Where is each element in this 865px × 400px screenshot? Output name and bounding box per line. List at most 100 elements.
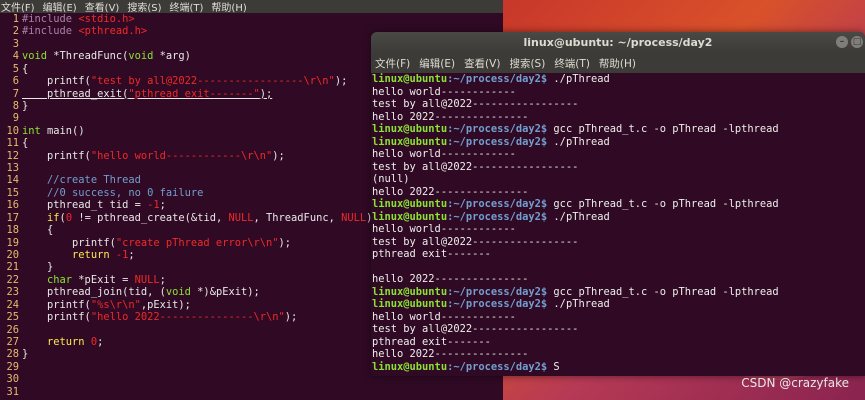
command-text: gcc pThread_t.c -o pThread -lpthread	[547, 285, 779, 298]
prompt-user: linux@ubuntu	[372, 285, 448, 298]
code-token: }	[22, 261, 54, 274]
code-token: *pExit =	[72, 273, 135, 286]
line-number: 27	[6, 335, 19, 348]
terminal-menu-item[interactable]: 搜索(S)	[509, 56, 545, 71]
line-source	[20, 38, 22, 50]
editor-menubar: 文件(F) 编辑(E) 查看(V) 搜索(S) 终端(T) 帮助(H)	[0, 0, 503, 14]
code-token: ;	[128, 249, 135, 262]
terminal-menu-item[interactable]: 文件(F)	[375, 56, 410, 71]
editor-menu-item[interactable]: 编辑(E)	[43, 0, 77, 14]
command-text: gcc pThread_t.c -o pThread -lpthread	[547, 198, 779, 210]
line-number: 1	[12, 13, 19, 25]
terminal-command-line: linux@ubuntu:~/process/day2$ gcc pThread…	[372, 198, 865, 211]
line-number: 12	[6, 149, 19, 162]
code-line[interactable]: 31	[0, 386, 503, 398]
line-source: int main()	[20, 125, 85, 137]
code-token: #include	[22, 25, 79, 38]
terminal-output-line: hello 2022---------------	[372, 348, 529, 360]
command-text: ./pThread	[547, 73, 610, 85]
terminal-output-line: hello 2022---------------	[372, 110, 529, 123]
minimize-icon[interactable]: –	[836, 36, 848, 48]
code-token: #include	[22, 13, 79, 25]
code-token: }	[22, 348, 29, 361]
window-controls: – □	[836, 36, 863, 48]
terminal-output-line: test by all@2022-----------------	[372, 98, 579, 110]
line-number: 10	[6, 124, 19, 137]
line-number: 11	[6, 137, 19, 150]
code-token: <stdio.h>	[78, 13, 135, 25]
line-source: {	[20, 224, 53, 236]
editor-menu-item[interactable]: 搜索(S)	[127, 0, 161, 14]
command-text: gcc pThread_t.c -o pThread -lpthread	[547, 123, 779, 135]
line-number: 28	[6, 348, 19, 361]
code-token: "%s\r\n"	[90, 298, 141, 311]
line-number: 3	[12, 37, 19, 50]
prompt-user: linux@ubuntu	[372, 123, 448, 135]
prompt-user: linux@ubuntu	[372, 135, 448, 148]
code-token: ;	[97, 335, 104, 348]
line-source: }	[20, 348, 28, 360]
watermark: CSDN @crazyfake	[741, 376, 849, 390]
code-token: void	[128, 50, 154, 63]
line-number: 24	[6, 298, 19, 311]
code-token: , ThreadFunc,	[253, 211, 342, 224]
code-token: <pthread.h>	[78, 25, 148, 38]
editor-menu-item[interactable]: 查看(V)	[85, 0, 120, 14]
code-token: );	[284, 311, 298, 324]
editor-menu-item[interactable]: 终端(T)	[170, 0, 204, 14]
terminal-output-line: test by all@2022-----------------	[372, 235, 579, 248]
line-source: printf("create pThread error\r\n");	[20, 237, 291, 249]
code-token: if	[22, 211, 60, 224]
terminal-titlebar[interactable]: linux@ubuntu: ~/process/day2 – □	[371, 32, 865, 53]
terminal-command-line: linux@ubuntu:~/process/day2$ ./pThread	[372, 73, 865, 86]
terminal-output[interactable]: linux@ubuntu:~/process/day2$ ./pThread he…	[371, 73, 865, 373]
terminal-menu-item[interactable]: 编辑(E)	[419, 56, 455, 71]
prompt-user: linux@ubuntu	[372, 298, 448, 310]
line-number: 9	[12, 112, 19, 125]
line-number: 25	[6, 311, 19, 324]
code-token: NULL	[134, 273, 160, 286]
line-number: 18	[6, 224, 19, 237]
terminal-output-line: hello world------------	[372, 85, 516, 98]
terminal-menu-item[interactable]: 帮助(H)	[599, 56, 636, 71]
editor-menu-item[interactable]: 帮助(H)	[211, 0, 246, 14]
code-token: printf(	[22, 298, 91, 311]
code-token: *arg)	[153, 50, 191, 63]
line-source: {	[20, 137, 28, 149]
line-number: 19	[6, 236, 19, 249]
terminal-menu-item[interactable]: 查看(V)	[464, 56, 500, 71]
prompt-path: :~/process/day2$	[447, 285, 548, 298]
line-number: 15	[6, 186, 19, 199]
line-number: 2	[12, 25, 19, 38]
code-token: *)&pExit);	[190, 286, 260, 299]
terminal-output-line: test by all@2022-----------------	[372, 160, 579, 173]
line-number: 13	[6, 162, 19, 175]
prompt-user: linux@ubuntu	[372, 360, 448, 373]
line-source: if(0 != pthread_create(&tid, NULL, Threa…	[20, 212, 372, 224]
editor-menu-item[interactable]: 文件(F)	[1, 0, 35, 14]
line-number: 20	[6, 249, 19, 262]
code-token: ,pExit);	[140, 298, 191, 311]
code-token: printf(	[22, 75, 91, 88]
code-token: ;	[159, 273, 166, 286]
code-token: printf(	[22, 236, 116, 249]
terminal-output-line: hello world------------	[372, 223, 516, 235]
code-token: pthread_exit(	[22, 87, 129, 100]
prompt-path: :~/process/day2$	[447, 135, 548, 148]
line-source: return 0;	[20, 336, 103, 348]
terminal-menu-item[interactable]: 终端(T)	[554, 56, 590, 71]
prompt-path: :~/process/day2$	[447, 123, 548, 135]
command-text: ./pThread	[547, 135, 610, 148]
maximize-icon[interactable]: □	[851, 36, 863, 48]
code-token: main()	[40, 124, 85, 137]
code-line[interactable]: 1 #include <stdio.h>	[0, 13, 503, 25]
line-source	[20, 162, 22, 174]
prompt-user: linux@ubuntu	[372, 198, 448, 210]
line-number: 22	[6, 273, 19, 286]
line-number: 5	[12, 62, 19, 75]
terminal-command-line: linux@ubuntu:~/process/day2$ gcc pThread…	[372, 286, 865, 299]
line-source: #include <pthread.h>	[20, 25, 147, 37]
line-source: }	[20, 261, 53, 273]
line-source: pthread_exit("pthread exit-------");	[20, 88, 272, 100]
terminal-window[interactable]: linux@ubuntu: ~/process/day2 – □ 文件(F) 编辑…	[371, 32, 865, 376]
